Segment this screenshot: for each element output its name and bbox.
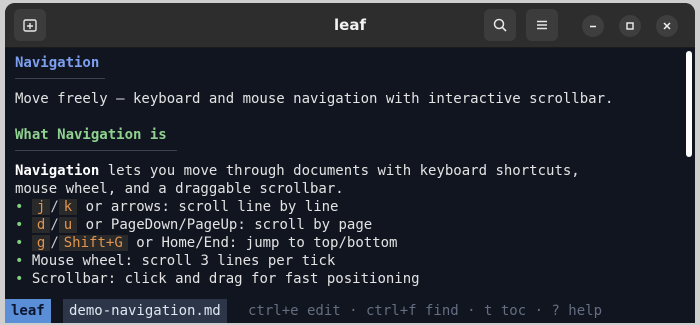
list-item: • j / k or arrows: scroll line by line [15,198,338,216]
heading-underline [15,78,105,79]
bullet: • [15,199,24,215]
list-item: • Mouse wheel: scroll 3 lines per tick [15,252,335,270]
list-item-text: or PageDown/PageUp: scroll by page [77,217,373,233]
paragraph-line-1: Navigation lets you move through documen… [15,162,580,180]
key-separator: / [50,235,59,251]
minimize-button[interactable] [582,15,604,37]
list-item-text: or arrows: scroll line by line [77,199,339,215]
paragraph-text: lets you move through documents with key… [99,163,580,179]
status-app-name: leaf [5,299,51,323]
hamburger-menu-icon [537,20,547,30]
close-button[interactable] [656,15,678,37]
status-bar: leaf demo-navigation.md ctrl+e edit · ct… [5,299,695,323]
key-g: g [31,235,51,251]
paragraph-line-2: mouse wheel, and a draggable scrollbar. [15,181,344,197]
heading-underline [15,150,177,151]
status-keybinding-hints: ctrl+e edit · ctrl+f find · t toc · ? he… [248,303,603,319]
bold-term: Navigation [15,163,100,179]
scrollbar-thumb[interactable] [686,51,692,157]
key-k: k [58,199,78,215]
list-item: • Scrollbar: click and drag for fast pos… [15,270,420,288]
search-button[interactable] [484,9,516,41]
key-separator: / [50,199,59,215]
key-j: j [31,199,51,215]
new-tab-icon [23,19,37,32]
maximize-button[interactable] [619,15,641,37]
key-d: d [31,217,51,233]
list-item: • g / Shift+G or Home/End: jump to top/bot… [15,234,397,252]
list-item-text: Mouse wheel: scroll 3 lines per tick [23,253,336,269]
maximize-icon [626,22,634,30]
key-u: u [58,217,78,233]
bullet: • [15,217,24,233]
bullet: • [15,235,24,251]
app-window: leaf Navigation Move freely — keyboard a… [5,3,695,323]
heading-what-navigation-is: What Navigation is [15,127,167,143]
list-item-text: or Home/End: jump to top/bottom [127,235,398,251]
search-icon [493,18,507,32]
new-tab-button[interactable] [14,9,46,41]
list-item-text: Scrollbar: click and drag for fast posit… [23,271,420,287]
document-viewport[interactable]: Navigation Move freely — keyboard and mo… [5,48,695,299]
minimize-icon [590,25,596,28]
menu-button[interactable] [526,9,558,41]
intro-text: Move freely — keyboard and mouse navigat… [15,91,614,107]
title-bar: leaf [5,3,695,48]
list-item: • d / u or PageDown/PageUp: scroll by page [15,216,372,234]
key-shift-g: Shift+G [58,235,128,251]
close-icon [663,22,671,30]
status-filename: demo-navigation.md [63,299,227,323]
key-separator: / [50,217,59,233]
heading-navigation: Navigation [15,55,100,71]
